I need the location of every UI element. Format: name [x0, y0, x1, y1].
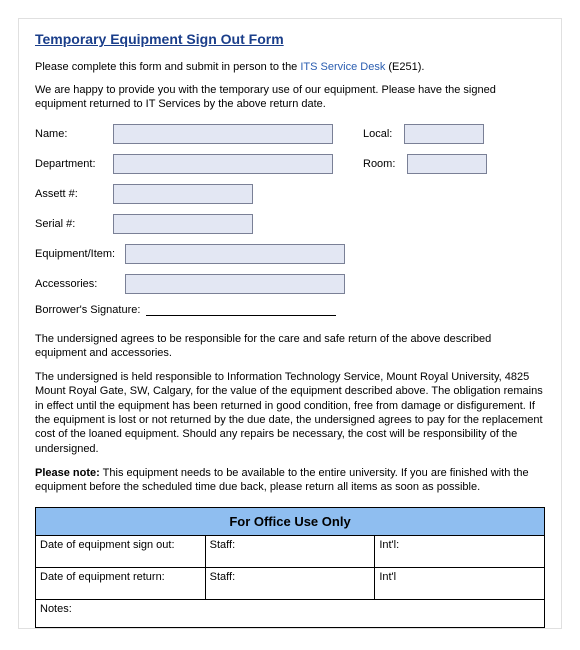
intro-line-1: Please complete this form and submit in … — [35, 61, 545, 73]
label-serial: Serial #: — [35, 218, 107, 230]
row-department: Department: Room: — [35, 154, 545, 174]
room-field[interactable] — [407, 154, 487, 174]
equipment-field[interactable] — [125, 244, 345, 264]
note-text: This equipment needs to be available to … — [35, 467, 529, 493]
note-label: Please note: — [35, 467, 100, 479]
cell-signout-date: Date of equipment sign out: — [36, 535, 206, 567]
terms-2: The undersigned is held responsible to I… — [35, 370, 545, 456]
name-field[interactable] — [113, 124, 333, 144]
terms-1: The undersigned agrees to be responsible… — [35, 332, 545, 361]
page-title: Temporary Equipment Sign Out Form — [35, 31, 545, 47]
row-signature: Borrower's Signature: — [35, 304, 545, 316]
cell-intl-1: Int'l: — [375, 535, 545, 567]
label-accessories: Accessories: — [35, 278, 119, 290]
cell-staff-1: Staff: — [205, 535, 375, 567]
cell-staff-2: Staff: — [205, 567, 375, 599]
intro-line-2: We are happy to provide you with the tem… — [35, 83, 545, 112]
department-field[interactable] — [113, 154, 333, 174]
label-local: Local: — [363, 128, 392, 140]
row-equipment: Equipment/Item: — [35, 244, 545, 264]
label-equipment: Equipment/Item: — [35, 248, 119, 260]
cell-notes: Notes: — [36, 599, 545, 627]
local-field[interactable] — [404, 124, 484, 144]
serial-field[interactable] — [113, 214, 253, 234]
its-service-desk-link[interactable]: ITS Service Desk — [300, 61, 385, 73]
row-asset: Assett #: — [35, 184, 545, 204]
office-header: For Office Use Only — [36, 507, 545, 535]
cell-intl-2: Int'l — [375, 567, 545, 599]
row-name: Name: Local: — [35, 124, 545, 144]
row-serial: Serial #: — [35, 214, 545, 234]
intro-pre: Please complete this form and submit in … — [35, 61, 300, 73]
please-note: Please note: This equipment needs to be … — [35, 466, 545, 495]
label-asset: Assett #: — [35, 188, 107, 200]
signature-line — [146, 315, 336, 316]
cell-return-date: Date of equipment return: — [36, 567, 206, 599]
asset-field[interactable] — [113, 184, 253, 204]
label-signature: Borrower's Signature: — [35, 304, 140, 316]
label-room: Room: — [363, 158, 395, 170]
intro-post: (E251). — [385, 61, 424, 73]
accessories-field[interactable] — [125, 274, 345, 294]
label-name: Name: — [35, 128, 107, 140]
row-accessories: Accessories: — [35, 274, 545, 294]
label-department: Department: — [35, 158, 107, 170]
form-container: Temporary Equipment Sign Out Form Please… — [18, 18, 562, 629]
office-use-table: For Office Use Only Date of equipment si… — [35, 507, 545, 628]
